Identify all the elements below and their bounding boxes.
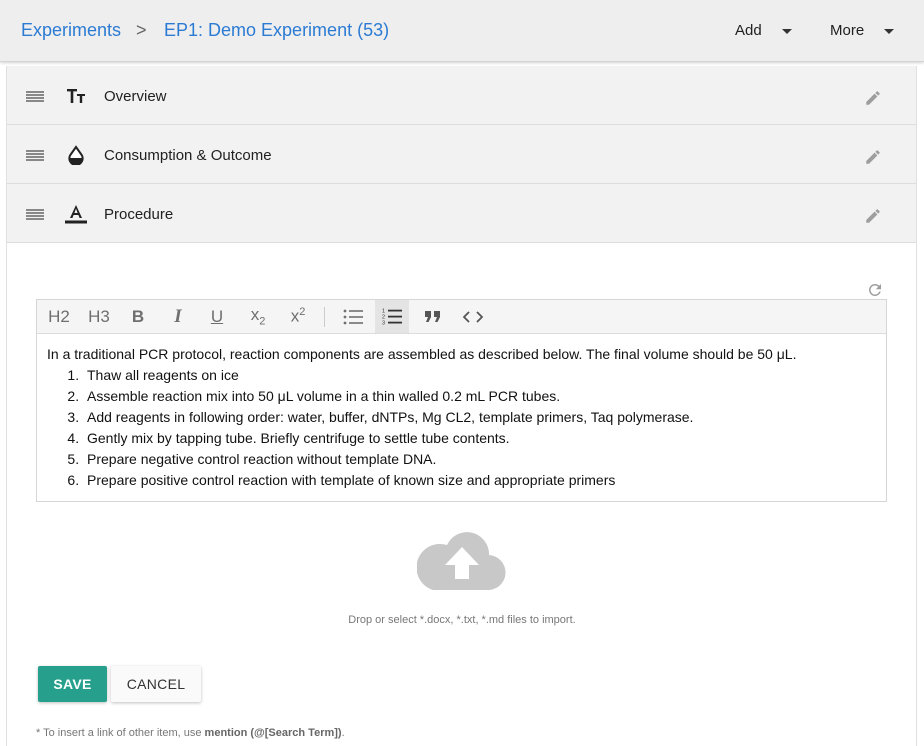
quote-icon [425,310,440,322]
procedure-editor[interactable]: H2 H3 B I U x2 x2 1 2 3 In a traditional… [36,299,887,502]
list-item: Gently mix by tapping tube. Briefly cent… [83,428,877,449]
section-title: Procedure [104,206,174,223]
footnote-prefix: * To insert a link of other item, use [36,727,205,739]
superscript-button[interactable]: x2 [285,300,311,333]
svg-text:3: 3 [382,321,385,326]
heading-2-label: H2 [48,306,70,326]
superscript-base: x [290,306,300,326]
subscript-button[interactable]: x2 [245,300,271,333]
pencil-icon[interactable] [864,89,882,107]
subscript-mark: 2 [259,315,266,328]
caret-down-icon [884,28,895,34]
list-item: Thaw all reagents on ice [83,365,877,386]
ordered-list-icon: 1 2 3 [382,309,402,326]
procedure-steps-list: Thaw all reagents on ice Assemble reacti… [83,365,877,491]
caret-down-icon [781,28,792,34]
cancel-button[interactable]: CANCEL [111,666,201,702]
upload-drop-text[interactable]: Drop or select *.docx, *.txt, *.md files… [0,614,924,626]
code-button[interactable] [459,300,487,333]
bold-icon: B [131,306,145,326]
section-title: Overview [104,88,167,105]
toolbar-divider [324,307,325,327]
breadcrumb-current-experiment[interactable]: EP1: Demo Experiment (53) [164,20,389,41]
editor-content[interactable]: In a traditional PCR protocol, reaction … [47,344,877,491]
section-overview[interactable]: Overview [7,66,916,125]
superscript-icon: x2 [291,306,306,327]
section-consumption-outcome[interactable]: Consumption & Outcome [7,125,916,184]
more-menu-button[interactable]: More [830,22,895,39]
underline-button[interactable]: U [204,300,230,333]
top-bar: Experiments > EP1: Demo Experiment (53) … [0,0,924,62]
heading-3-button[interactable]: H3 [83,300,115,333]
heading-3-label: H3 [88,306,110,326]
cloud-upload-icon[interactable] [417,530,507,590]
drag-handle-icon[interactable] [26,150,44,162]
pencil-icon[interactable] [864,207,882,225]
list-item: Assemble reaction mix into 50 μL volume … [83,386,877,407]
ordered-list-button[interactable]: 1 2 3 [375,300,409,333]
pencil-icon[interactable] [864,148,882,166]
breadcrumb-separator: > [136,20,147,40]
drop-icon [68,145,84,165]
intro-paragraph: In a traditional PCR protocol, reaction … [47,346,797,362]
subscript-base: x [250,305,260,325]
italic-icon: I [174,305,182,327]
footnote-suffix: . [341,727,345,739]
underline-icon: U [210,306,224,326]
footnote-mention-syntax: mention (@[Search Term]) [204,727,342,739]
italic-button[interactable]: I [165,300,191,333]
superscript-mark: 2 [299,306,306,319]
bullet-list-button[interactable] [339,300,367,333]
list-item: Prepare positive control reaction with t… [83,470,877,491]
heading-2-button[interactable]: H2 [43,300,75,333]
breadcrumb-experiments[interactable]: Experiments [21,20,121,41]
section-title: Consumption & Outcome [104,147,272,164]
list-item: Add reagents in following order: water, … [83,407,877,428]
more-menu-label: More [830,22,865,39]
blockquote-button[interactable] [419,300,447,333]
list-item: Prepare negative control reaction withou… [83,449,877,470]
bold-button[interactable]: B [125,300,151,333]
bullet-list-icon [343,309,363,324]
text-size-icon [67,89,85,103]
add-menu-label: Add [735,22,762,39]
text-color-icon [65,205,87,224]
editor-toolbar: H2 H3 B I U x2 x2 1 2 3 [37,300,886,334]
code-icon [463,310,483,323]
refresh-icon[interactable] [866,281,884,299]
drag-handle-icon[interactable] [26,91,44,103]
save-button[interactable]: SAVE [38,666,107,702]
section-procedure[interactable]: Procedure [7,184,916,243]
add-menu-button[interactable]: Add [735,22,792,39]
drag-handle-icon[interactable] [26,209,44,221]
mention-footnote: * To insert a link of other item, use me… [36,727,345,739]
subscript-icon: x2 [251,305,266,327]
